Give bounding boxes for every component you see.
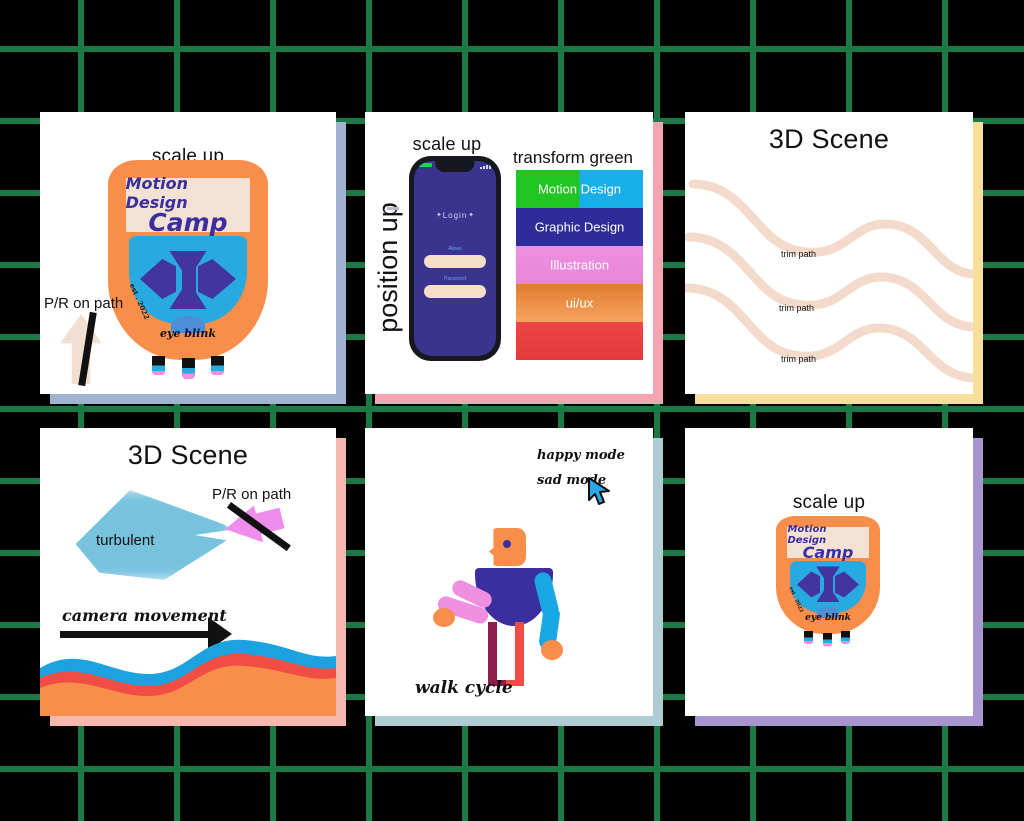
sparkle-icon: ✦ [436, 212, 442, 219]
phone-screen: Login ✦ ✦ Akses Password [414, 161, 496, 356]
badge-wordmark: Motion Design Camp [125, 174, 251, 237]
color-row-illustration[interactable]: Illustration [516, 246, 643, 284]
color-stack: Motion Design Graphic Design Illustratio… [516, 170, 643, 360]
panel-title: scale up [792, 492, 866, 513]
field-label-password: Password [444, 276, 466, 282]
badge-logo: Motion Design Camp est . 2022 eye blink [108, 160, 268, 384]
password-input[interactable] [423, 285, 487, 298]
name-input[interactable] [423, 255, 487, 268]
color-row-motion-design[interactable]: Motion Design [516, 170, 643, 208]
character-leg-left [488, 622, 497, 684]
pencil-icon [211, 356, 224, 380]
side-label-position-up: position up [372, 202, 403, 333]
panel-title: 3D Scene [127, 440, 249, 470]
trim-path-label: trim path [781, 249, 817, 259]
badge-line-2: Camp [148, 207, 228, 237]
color-row-label: ui/ux [565, 295, 594, 311]
panel-3d-scene-camera[interactable]: 3D Scene turbulent P/R on path camera mo… [40, 428, 346, 726]
panel-3d-scene-trim[interactable]: 3D Scene trim path trim path trim path [685, 112, 983, 404]
pencil-icon [182, 358, 195, 384]
cursor-icon [588, 477, 610, 505]
terrain-waves [40, 639, 336, 716]
signal-icon [480, 163, 491, 169]
character-hand-left [433, 608, 455, 627]
panel-surface: 3D Scene turbulent P/R on path camera mo… [40, 428, 336, 716]
color-row-label: Motion Design [537, 181, 622, 197]
tick-mark [387, 207, 399, 210]
character-hand-right [541, 640, 563, 660]
panel-badge-scale-up-2[interactable]: scale up Motion Design Camp est . 2022 e… [685, 428, 983, 726]
annotation-happy-mode[interactable]: happy mode [537, 448, 625, 463]
badge-wordmark: Motion Design Camp [787, 524, 869, 562]
panel-surface: happy mode sad mode walk cycle [365, 428, 653, 716]
pencil-icon [841, 631, 850, 647]
pencil-icon [823, 633, 832, 650]
camera-arrow-line [60, 631, 215, 638]
badge-monogram [797, 566, 859, 603]
badge-line-1: Motion Design [125, 173, 189, 212]
trim-path-curves [685, 179, 973, 383]
panel-surface: scale up Motion Design Camp est . 2022 e… [40, 112, 336, 394]
color-row-blank[interactable] [516, 322, 643, 360]
panel-surface: scale up Motion Design Camp est . 2022 e… [685, 428, 973, 716]
badge-line-2: Camp [802, 542, 854, 562]
annotation-camera-movement: camera movement [62, 606, 227, 625]
stack-title: transform green [513, 148, 633, 167]
character-figure [433, 528, 585, 688]
annotation-pr-on-path: P/R on path [212, 486, 292, 503]
phone-heading: Login [442, 211, 468, 220]
phone-notch [435, 161, 475, 172]
panel-surface: 3D Scene trim path trim path trim path [685, 112, 973, 394]
annotation-walk-cycle: walk cycle [415, 678, 513, 698]
sparkle-icon: ✦ [468, 212, 474, 219]
badge-logo: Motion Design Camp est . 2022 eye blink [776, 516, 880, 650]
color-row-label: Illustration [549, 257, 610, 273]
badge-eye-label: eye blink [160, 327, 216, 340]
character-eye [503, 540, 511, 548]
trim-path-label: trim path [781, 354, 817, 364]
panel-phone-ui[interactable]: scale up position up Login ✦ ✦ Akses Pas… [365, 112, 663, 404]
badge-eye-label: eye blink [805, 613, 851, 623]
annotation-turbulent: turbulent [96, 532, 155, 549]
badge-monogram [140, 251, 236, 309]
character-leg-right [515, 622, 524, 684]
color-row-label: Graphic Design [534, 219, 625, 235]
pencil-icon [804, 631, 813, 647]
annotation-pr-on-path: P/R on path [44, 295, 124, 312]
panel-badge-scale-up[interactable]: scale up Motion Design Camp est . 2022 e… [40, 112, 346, 404]
panel-surface: scale up position up Login ✦ ✦ Akses Pas… [365, 112, 653, 394]
color-row-ui-ux[interactable]: ui/ux [516, 284, 643, 322]
pencil-icon [152, 356, 165, 380]
battery-icon [419, 163, 432, 167]
trim-path-label: trim path [779, 303, 815, 313]
phone-mockup[interactable]: Login ✦ ✦ Akses Password [409, 156, 501, 361]
panel-character-walk[interactable]: happy mode sad mode walk cycle [365, 428, 663, 726]
field-label-name: Akses [448, 246, 462, 252]
color-row-graphic-design[interactable]: Graphic Design [516, 208, 643, 246]
